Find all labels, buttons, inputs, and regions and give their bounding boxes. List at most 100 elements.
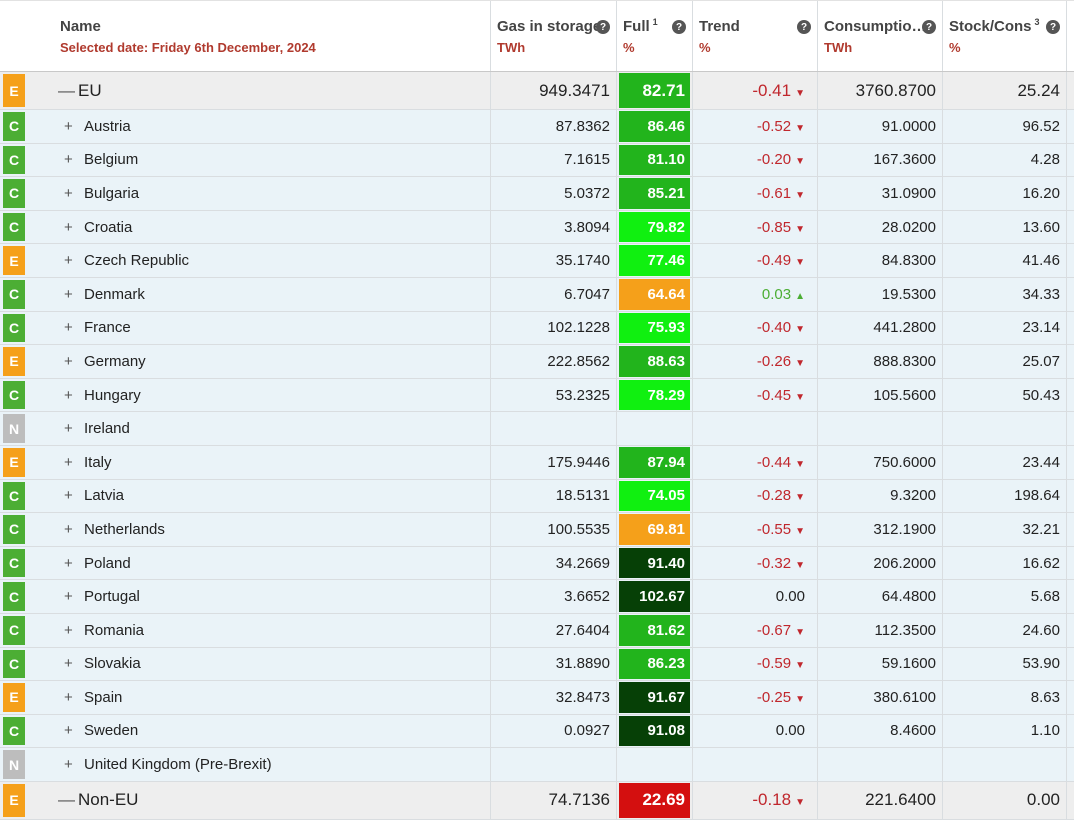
name-cell[interactable]: + Hungary: [28, 378, 491, 412]
status-badge-cell: N: [0, 412, 28, 445]
table-row[interactable]: N + Ireland: [0, 412, 1074, 446]
full-cell: 85.21: [617, 177, 693, 210]
question-icon[interactable]: ?: [922, 20, 936, 34]
name-cell[interactable]: + Czech Republic: [28, 244, 491, 277]
name-cell[interactable]: + Italy: [28, 445, 491, 479]
minus-icon[interactable]: —: [58, 790, 78, 810]
table-row[interactable]: C + Bulgaria 5.0372 85.21 -0.61 ▼ 31.0900 16.20: [0, 177, 1074, 211]
header-gas[interactable]: Gas in storage TWh ?: [491, 1, 617, 71]
header-trend[interactable]: Trend % ?: [693, 1, 818, 71]
name-cell[interactable]: + Netherlands: [28, 513, 491, 546]
consumption-value: 64.4800: [881, 588, 936, 606]
plus-icon[interactable]: +: [64, 487, 84, 504]
name-cell[interactable]: + Belgium: [28, 143, 491, 177]
table-row[interactable]: C + Slovakia 31.8890 86.23 -0.59 ▼ 59.1600 53.90: [0, 647, 1074, 682]
gas-value: 35.1740: [555, 252, 610, 270]
table-row[interactable]: N + United Kingdom (Pre-Brexit): [0, 748, 1074, 782]
name-cell[interactable]: + Croatia: [28, 210, 491, 244]
plus-icon[interactable]: +: [64, 588, 84, 605]
name-cell[interactable]: + Austria: [28, 110, 491, 143]
gas-value: 53.2325: [555, 386, 610, 404]
plus-icon[interactable]: +: [64, 151, 84, 168]
question-icon[interactable]: ?: [672, 20, 686, 34]
plus-icon[interactable]: +: [64, 521, 84, 538]
full-value: 77.46: [619, 245, 690, 276]
gas-cell: 32.8473: [491, 681, 617, 714]
table-row[interactable]: C + Sweden 0.0927 91.08 0.00 8.4600 1.10: [0, 714, 1074, 749]
table-row[interactable]: C + Hungary 53.2325 78.29 -0.45 ▼ 105.5600 50.43: [0, 378, 1074, 413]
plus-icon[interactable]: +: [64, 420, 84, 437]
table-row[interactable]: C + France 102.1228 75.93 -0.40 ▼ 441.2800 23.14: [0, 311, 1074, 346]
table-row[interactable]: C + Latvia 18.5131 74.05 -0.28 ▼ 9.3200 198.64: [0, 479, 1074, 514]
name-cell[interactable]: + Slovakia: [28, 647, 491, 681]
name-cell[interactable]: + Latvia: [28, 479, 491, 513]
header-consumption[interactable]: Consumptio… TWh ?: [818, 1, 943, 71]
gas-value: 31.8890: [555, 655, 610, 673]
plus-icon[interactable]: +: [64, 689, 84, 706]
stock-cons-cell: 96.52: [943, 110, 1067, 143]
name-cell[interactable]: + United Kingdom (Pre-Brexit): [28, 748, 491, 781]
plus-icon[interactable]: +: [64, 252, 84, 269]
table-row[interactable]: E + Czech Republic 35.1740 77.46 -0.49 ▼ 84.830…: [0, 244, 1074, 278]
plus-icon[interactable]: +: [64, 353, 84, 370]
row-name: Romania: [84, 621, 145, 639]
trend-cell: -0.32 ▼: [693, 546, 818, 580]
plus-icon[interactable]: +: [64, 555, 84, 572]
question-icon[interactable]: ?: [1046, 20, 1060, 34]
gas-cell: 3.8094: [491, 210, 617, 244]
table-row[interactable]: C + Denmark 6.7047 64.64 0.03 ▲ 19.5300 34.33: [0, 277, 1074, 312]
name-cell[interactable]: + Romania: [28, 613, 491, 647]
plus-icon[interactable]: +: [64, 185, 84, 202]
full-value: 91.08: [619, 715, 690, 747]
stock-cons-value: 96.52: [1022, 117, 1060, 135]
table-row[interactable]: E + Spain 32.8473 91.67 -0.25 ▼ 380.6100 8.63: [0, 681, 1074, 715]
plus-icon[interactable]: +: [64, 286, 84, 303]
header-stock-cons[interactable]: Stock/Cons 3 % ?: [943, 1, 1067, 71]
plus-icon[interactable]: +: [64, 387, 84, 404]
table-row[interactable]: E + Italy 175.9446 87.94 -0.44 ▼ 750.6000 23.44: [0, 445, 1074, 480]
status-badge: C: [3, 615, 25, 645]
stock-cons-value: 23.44: [1022, 453, 1060, 471]
question-icon[interactable]: ?: [596, 20, 610, 34]
name-cell[interactable]: — EU: [28, 72, 491, 109]
table-row[interactable]: C + Netherlands 100.5535 69.81 -0.55 ▼ 312.1900…: [0, 513, 1074, 547]
name-cell[interactable]: + Bulgaria: [28, 177, 491, 210]
plus-icon[interactable]: +: [64, 756, 84, 773]
name-cell[interactable]: + Poland: [28, 546, 491, 580]
group-row[interactable]: E — Non-EU 74.7136 22.69 -0.18 ▼ 221.6400 0.00: [0, 781, 1074, 820]
name-cell[interactable]: + Denmark: [28, 277, 491, 311]
name-cell[interactable]: + Sweden: [28, 714, 491, 748]
status-badge: E: [3, 74, 25, 107]
table-row[interactable]: E + Germany 222.8562 88.63 -0.26 ▼ 888.8300 25.0…: [0, 345, 1074, 379]
name-cell[interactable]: + Spain: [28, 681, 491, 714]
plus-icon[interactable]: +: [64, 722, 84, 739]
plus-icon[interactable]: +: [64, 454, 84, 471]
status-badge: C: [3, 279, 25, 309]
header-name[interactable]: Name Selected date: Friday 6th December,…: [28, 1, 491, 71]
plus-icon[interactable]: +: [64, 219, 84, 236]
table-row[interactable]: C + Croatia 3.8094 79.82 -0.85 ▼ 28.0200 13.60: [0, 210, 1074, 245]
row-name: United Kingdom (Pre-Brexit): [84, 756, 272, 774]
table-row[interactable]: C + Romania 27.6404 81.62 -0.67 ▼ 112.3500 24.60: [0, 613, 1074, 648]
name-cell[interactable]: + France: [28, 311, 491, 345]
group-row[interactable]: E — EU 949.3471 82.71 -0.41 ▼ 3760.8700 25.24: [0, 72, 1074, 110]
name-cell[interactable]: + Germany: [28, 345, 491, 378]
edge-cell: [1067, 446, 1074, 479]
question-icon[interactable]: ?: [797, 20, 811, 34]
plus-icon[interactable]: +: [64, 319, 84, 336]
name-cell[interactable]: — Non-EU: [28, 781, 491, 819]
plus-icon[interactable]: +: [64, 622, 84, 639]
table-row[interactable]: C + Poland 34.2669 91.40 -0.32 ▼ 206.2000 16.62: [0, 546, 1074, 581]
header-full[interactable]: Full 1 % ?: [617, 1, 693, 71]
table-row[interactable]: C + Belgium 7.1615 81.10 -0.20 ▼ 167.3600 4.28: [0, 143, 1074, 178]
plus-icon[interactable]: +: [64, 655, 84, 672]
status-badge: E: [3, 447, 25, 477]
plus-icon[interactable]: +: [64, 118, 84, 135]
full-value: 91.40: [619, 547, 690, 579]
table-row[interactable]: C + Portugal 3.6652 102.67 0.00 64.4800 5.68: [0, 580, 1074, 614]
name-cell[interactable]: + Portugal: [28, 580, 491, 613]
consumption-value: 221.6400: [865, 790, 936, 810]
name-cell[interactable]: + Ireland: [28, 412, 491, 445]
minus-icon[interactable]: —: [58, 81, 78, 101]
table-row[interactable]: C + Austria 87.8362 86.46 -0.52 ▼ 91.0000 96.52: [0, 110, 1074, 144]
